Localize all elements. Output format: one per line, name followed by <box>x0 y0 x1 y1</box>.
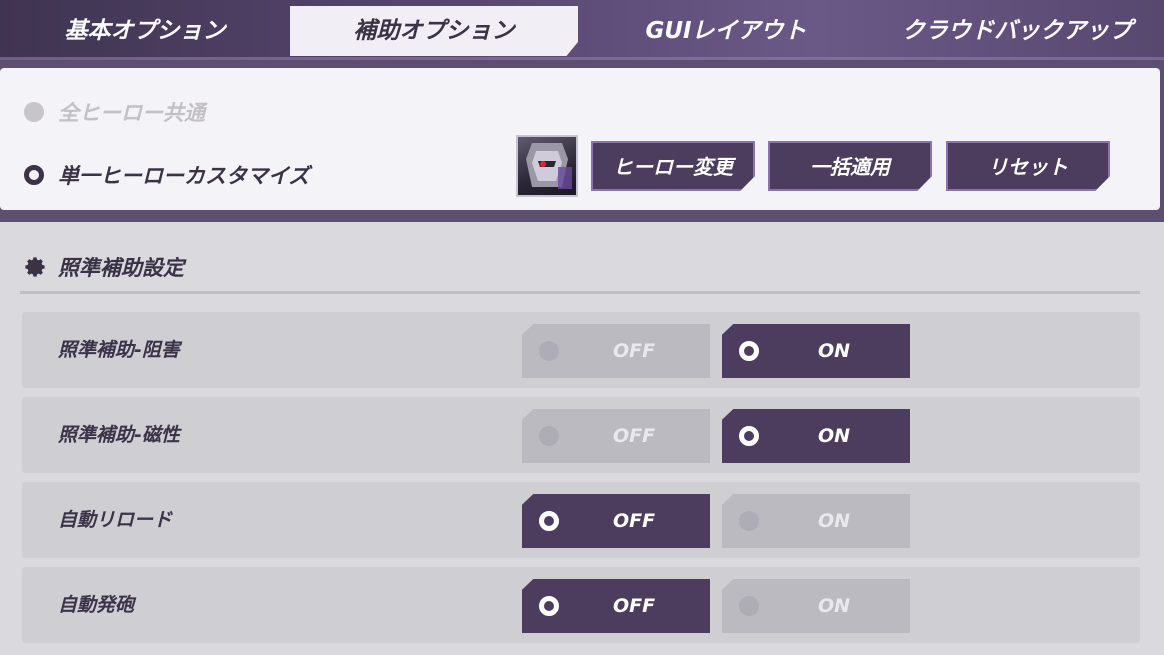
tab-basic-options[interactable]: 基本オプション <box>30 6 260 56</box>
tab-assist-options[interactable]: 補助オプション <box>290 6 578 56</box>
gear-icon <box>25 257 45 277</box>
setting-label: 照準補助-磁性 <box>58 424 180 446</box>
toggle-on-label: ON <box>817 595 851 617</box>
toggle-off-label: OFF <box>612 340 656 362</box>
tab-gui-layout[interactable]: GUIレイアウト <box>616 6 836 56</box>
toggle-off-button[interactable]: OFF <box>522 324 710 378</box>
toggle-on-button[interactable]: ON <box>722 579 910 633</box>
toggle-off-button[interactable]: OFF <box>522 409 710 463</box>
toggle-on-label: ON <box>817 340 851 362</box>
radio-single-hero[interactable]: 単一ヒーローカスタマイズ <box>24 160 309 190</box>
apply-all-button[interactable]: 一括適用 <box>768 141 932 191</box>
toggle-on-label: ON <box>817 510 851 532</box>
toggle-on-label: ON <box>817 425 851 447</box>
section-title: 照準補助設定 <box>58 256 184 280</box>
section-divider <box>20 291 1140 294</box>
radio-all-heroes[interactable]: 全ヒーロー共通 <box>24 97 205 127</box>
section-header: 照準補助設定 <box>24 252 184 282</box>
radio-single-hero-label: 単一ヒーローカスタマイズ <box>58 164 310 188</box>
setting-row-aim-magnetism: 照準補助-磁性 OFF ON <box>22 397 1140 473</box>
toggle-on-button[interactable]: ON <box>722 494 910 548</box>
toggle-off-button[interactable]: OFF <box>522 579 710 633</box>
toggle-on-button[interactable]: ON <box>722 409 910 463</box>
hero-avatar-icon <box>526 143 572 189</box>
setting-label: 自動発砲 <box>58 594 135 616</box>
radio-checked-icon <box>24 165 44 185</box>
tab-bar: 基本オプション 補助オプション GUIレイアウト クラウドバックアップ <box>0 0 1164 60</box>
setting-row-auto-fire: 自動発砲 OFF ON <box>22 567 1140 643</box>
setting-row-auto-reload: 自動リロード OFF ON <box>22 482 1140 558</box>
radio-unchecked-icon <box>24 102 44 122</box>
change-hero-button[interactable]: ヒーロー変更 <box>591 141 755 191</box>
toggle-off-label: OFF <box>612 510 656 532</box>
toggle-on-button[interactable]: ON <box>722 324 910 378</box>
toggle-off-label: OFF <box>612 595 656 617</box>
setting-row-aim-obstruct: 照準補助-阻害 OFF ON <box>22 312 1140 388</box>
hero-portrait[interactable] <box>516 135 578 197</box>
setting-label: 自動リロード <box>58 509 173 531</box>
reset-button[interactable]: リセット <box>946 141 1110 191</box>
toggle-off-label: OFF <box>612 425 656 447</box>
toggle-off-button[interactable]: OFF <box>522 494 710 548</box>
setting-label: 照準補助-阻害 <box>58 339 180 361</box>
tab-cloud-backup[interactable]: クラウドバックアップ <box>872 6 1162 56</box>
radio-all-heroes-label: 全ヒーロー共通 <box>58 101 205 125</box>
